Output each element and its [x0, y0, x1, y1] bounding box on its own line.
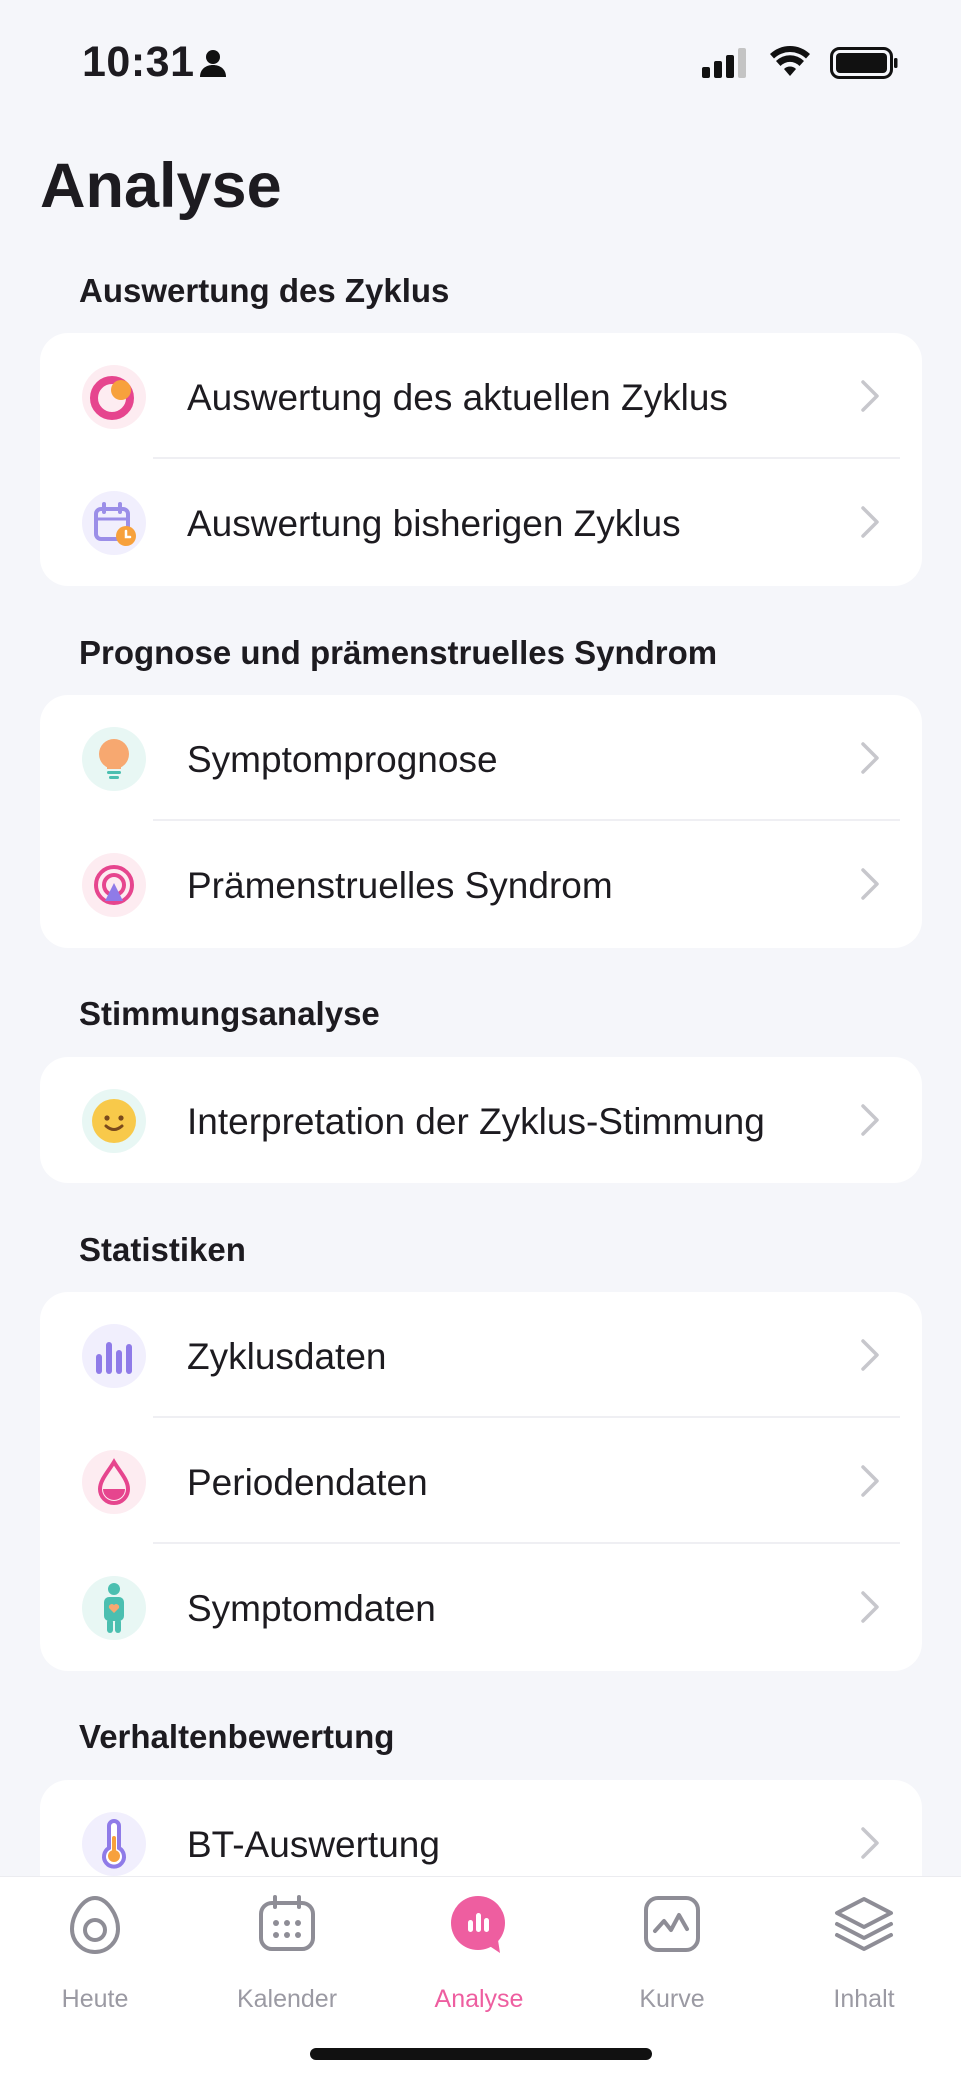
chevron-right-icon: [860, 379, 880, 418]
chevron-right-icon: [860, 1338, 880, 1377]
section-header-statistics: Statistiken: [79, 1231, 246, 1268]
chevron-right-icon: [860, 1103, 880, 1142]
chevron-right-icon: [860, 741, 880, 780]
tab-kalender[interactable]: Kalender: [212, 1893, 362, 2013]
chevron-right-icon: [860, 867, 880, 906]
card-mood: Interpretation der Zyklus-Stimmung: [40, 1057, 922, 1183]
section-header-cycle-evaluation: Auswertung des Zyklus: [79, 272, 450, 309]
list-item-symptom-data[interactable]: Symptomdaten: [40, 1544, 922, 1670]
tab-label: Kurve: [639, 1985, 705, 2013]
tab-label: Heute: [61, 1985, 129, 2013]
section-header-behavior: Verhaltenbewertung: [79, 1718, 395, 1755]
tab-inhalt[interactable]: Inhalt: [789, 1893, 939, 2013]
tab-label: Inhalt: [833, 1985, 895, 2013]
list-item-period-data[interactable]: Periodendaten: [40, 1418, 922, 1544]
tab-label: Analyse: [434, 1985, 524, 2013]
chevron-right-icon: [860, 1464, 880, 1503]
analysis-icon: [448, 1893, 510, 1960]
list-item-label: Interpretation der Zyklus-Stimmung: [187, 1101, 765, 1142]
list-item-label: Auswertung des aktuellen Zyklus: [187, 377, 728, 418]
calendar-clock-icon: [82, 491, 146, 555]
list-item-cycle-data[interactable]: Zyklusdaten: [40, 1292, 922, 1418]
list-item-label: Symptomprognose: [187, 739, 498, 780]
section-header-mood: Stimmungsanalyse: [79, 995, 380, 1032]
status-bar: 10:31: [0, 0, 961, 120]
home-indicator: [310, 2048, 652, 2060]
bar-chart-icon: [82, 1324, 146, 1388]
section-header-prognosis: Prognose und prämenstruelles Syndrom: [79, 634, 718, 671]
list-item-mood-interpretation[interactable]: Interpretation der Zyklus-Stimmung: [40, 1057, 922, 1183]
layers-icon: [833, 1893, 895, 1960]
list-item-pms[interactable]: Prämenstruelles Syndrom: [40, 821, 922, 947]
page-title: Analyse: [40, 151, 282, 221]
calendar-icon: [256, 1893, 318, 1960]
list-item-label: Auswertung bisherigen Zyklus: [187, 503, 681, 544]
card-cycle-evaluation: Auswertung des aktuellen Zyklus Auswertu…: [40, 333, 922, 586]
list-item-label: Periodendaten: [187, 1462, 428, 1503]
radar-icon: [82, 853, 146, 917]
list-item-label: BT-Auswertung: [187, 1824, 440, 1865]
card-statistics: Zyklusdaten Periodendaten Symptomdaten: [40, 1292, 922, 1671]
list-item-past-cycle[interactable]: Auswertung bisherigen Zyklus: [40, 459, 922, 585]
tab-kurve[interactable]: Kurve: [597, 1893, 747, 2013]
drop-icon: [82, 1450, 146, 1514]
tab-label: Kalender: [236, 1985, 338, 2013]
status-time: 10:31: [82, 38, 195, 86]
curve-icon: [641, 1893, 703, 1960]
card-prognosis: Symptomprognose Prämenstruelles Syndrom: [40, 695, 922, 948]
person-icon: [198, 48, 228, 83]
cellular-signal-icon: [702, 48, 752, 83]
chevron-right-icon: [860, 1590, 880, 1629]
thermometer-icon: [82, 1812, 146, 1876]
list-item-symptom-prognosis[interactable]: Symptomprognose: [40, 695, 922, 821]
tab-analyse[interactable]: Analyse: [404, 1893, 554, 2013]
battery-icon: [830, 47, 898, 84]
tab-heute[interactable]: Heute: [20, 1893, 170, 2013]
smiley-icon: [82, 1089, 146, 1153]
wifi-icon: [770, 46, 810, 83]
egg-icon: [64, 1893, 126, 1960]
list-item-label: Symptomdaten: [187, 1588, 436, 1629]
lightbulb-icon: [82, 727, 146, 791]
cycle-ring-icon: [82, 365, 146, 429]
chevron-right-icon: [860, 505, 880, 544]
list-item-current-cycle[interactable]: Auswertung des aktuellen Zyklus: [40, 333, 922, 459]
chevron-right-icon: [860, 1826, 880, 1865]
body-icon: [82, 1576, 146, 1640]
list-item-label: Zyklusdaten: [187, 1336, 387, 1377]
list-item-label: Prämenstruelles Syndrom: [187, 865, 613, 906]
